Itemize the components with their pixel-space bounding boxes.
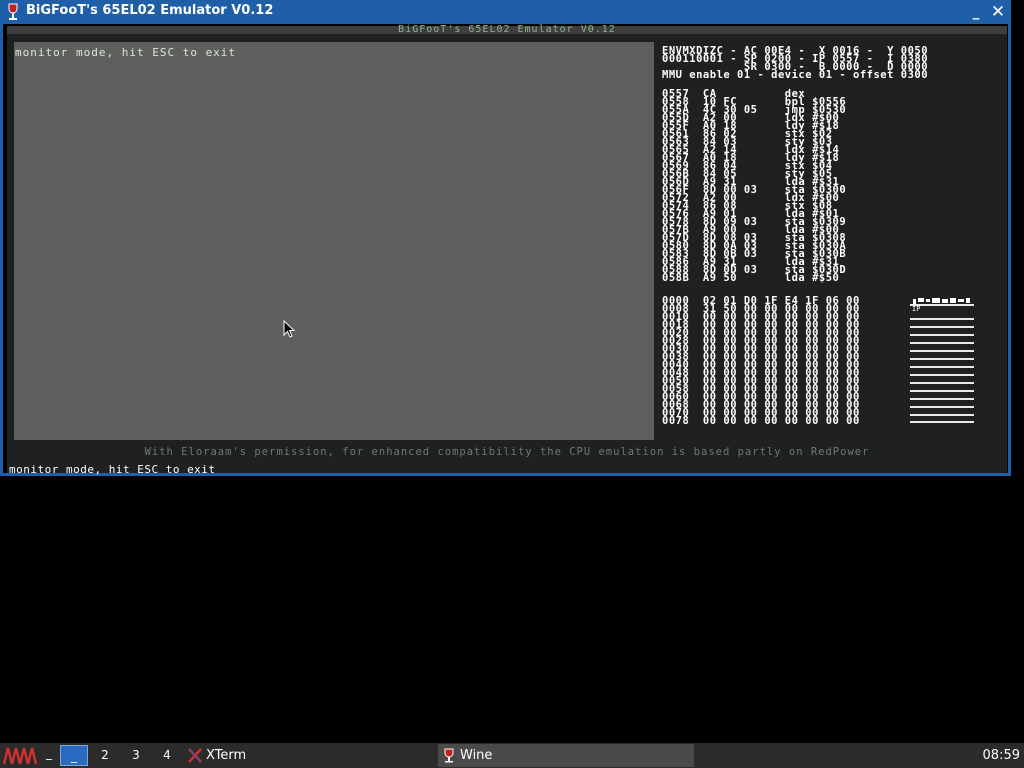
map-line <box>910 398 974 400</box>
map-line <box>910 342 974 344</box>
wine-glass-icon <box>8 3 18 20</box>
svg-text:IP: IP <box>912 305 920 311</box>
map-line <box>910 350 974 352</box>
disassembly-panel: 0557 CA dex 0558 10 FC bpl $0556 055A 4C… <box>662 88 847 284</box>
register-panel: ENVMXDIZC - AC 00E4 - X 0016 - Y 0050 00… <box>662 45 929 81</box>
map-line <box>910 414 974 416</box>
map-line <box>910 358 974 360</box>
task-wine[interactable]: Wine <box>438 744 694 767</box>
emulator-screen: BiGFooT's 65EL02 Emulator V0.12 monitor … <box>7 24 1007 476</box>
memory-dump-panel: 0000 02 01 D0 1F E4 1F 06 00 0008 31 50 … <box>662 295 860 427</box>
emulator-banner: BiGFooT's 65EL02 Emulator V0.12 <box>7 24 1007 35</box>
taskbar-clock[interactable]: 08:59 <box>983 743 1020 768</box>
taskbar: _ _ 2 3 4 XTerm Wine 08:59 <box>0 743 1024 768</box>
ip-marker-icon: IP <box>910 298 974 311</box>
close-button[interactable]: ✕ <box>988 2 1008 22</box>
desktop-2-button[interactable]: 2 <box>91 745 119 766</box>
wine-icon <box>444 748 454 763</box>
desktop-4-button[interactable]: 4 <box>153 745 181 766</box>
mouse-cursor-icon <box>283 320 296 338</box>
map-line <box>910 382 974 384</box>
map-line <box>910 326 974 328</box>
active-desktop-button[interactable]: _ <box>60 745 88 766</box>
emulator-window: BiGFooT's 65EL02 Emulator V0.12 _ ✕ BiGF… <box>0 0 1011 476</box>
map-line <box>910 406 974 408</box>
task-wine-label: Wine <box>460 748 493 763</box>
map-line <box>910 421 974 423</box>
status-line: monitor mode, hit ESC to exit <box>9 463 216 476</box>
desktop-1-button[interactable]: _ <box>46 746 58 765</box>
map-line <box>910 318 974 320</box>
xterm-icon <box>188 748 202 763</box>
map-line <box>910 390 974 392</box>
minimize-button[interactable]: _ <box>966 2 986 22</box>
desktop-active-label: _ <box>71 749 77 763</box>
banner-title: BiGFooT's 65EL02 Emulator V0.12 <box>398 24 616 35</box>
map-line <box>910 366 974 368</box>
title-bar[interactable]: BiGFooT's 65EL02 Emulator V0.12 _ ✕ <box>0 0 1011 24</box>
task-xterm[interactable]: XTerm <box>184 744 436 767</box>
window-title: BiGFooT's 65EL02 Emulator V0.12 <box>26 3 274 18</box>
desktop-3-button[interactable]: 3 <box>122 745 150 766</box>
memory-map-indicator: IP <box>910 297 974 423</box>
terminal-area[interactable]: monitor mode, hit ESC to exit <box>14 42 654 440</box>
task-xterm-label: XTerm <box>206 748 247 763</box>
start-menu-icon[interactable] <box>3 746 43 765</box>
window-client: BiGFooT's 65EL02 Emulator V0.12 monitor … <box>3 24 1008 476</box>
map-line <box>910 334 974 336</box>
terminal-line: monitor mode, hit ESC to exit <box>15 46 237 59</box>
map-line <box>910 374 974 376</box>
credits-text: With Eloraam's permission, for enhanced … <box>144 446 870 458</box>
